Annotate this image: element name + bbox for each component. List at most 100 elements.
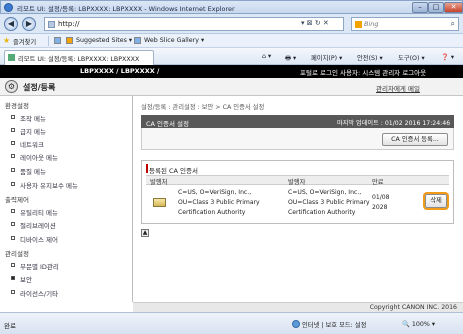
sidebar-item-layout[interactable]: 레이아웃 메뉴 (11, 152, 58, 162)
maximize-button[interactable]: □ (428, 2, 444, 13)
sidebar-item-user-maintenance[interactable]: 사용자 유지보수 메뉴 (11, 180, 78, 190)
window-title-bar: 리모트 UI: 설정/등록: LBPXXXX: LBPXXXX - Window… (0, 0, 463, 14)
bullet-icon (11, 141, 15, 145)
sidebar-heading-output: 출력제어 (5, 196, 29, 204)
page-title: 설정/등록 (23, 83, 56, 92)
favorite-suggested-sites[interactable]: Suggested Sites ▾ (76, 37, 132, 44)
table-row: C=US, O=VeriSign, Inc., OU=Class 3 Publi… (146, 186, 449, 220)
issuer-line: C=US, O=VeriSign, Inc., (288, 189, 362, 196)
expiry-year: 2028 (372, 204, 388, 211)
status-bar: 완료 인터넷 | 보호 모드: 설정 🔍 100% ▾ (0, 312, 463, 334)
sidebar-item-operation[interactable]: 조작 메뉴 (11, 113, 46, 123)
suggested-sites-icon (66, 37, 73, 44)
sidebar-item-security[interactable]: 보안 (11, 274, 32, 284)
ie-icon (4, 3, 13, 12)
status-text: 완료 (4, 322, 16, 330)
device-header: LBPXXXX / LBPXXXX / 포털로 로그인 사용자: 시스템 관리자… (0, 65, 463, 78)
print-icon[interactable]: 🖶 ▾ (285, 53, 296, 64)
search-input[interactable]: Bing ⌕ (351, 17, 459, 31)
column-issuer: 발행자 (288, 179, 306, 186)
home-icon[interactable]: ⌂ ▾ (262, 53, 271, 60)
certificate-list-title: 등록된 CA 인증서 (149, 167, 198, 175)
address-row: ◀ ▶ http:// ▾ ⊠ ↻ ✕ Bing ⌕ (0, 14, 463, 34)
bullet-icon (11, 209, 15, 213)
back-button[interactable]: ◀ (4, 17, 18, 31)
window-title: 리모트 UI: 설정/등록: LBPXXXX: LBPXXXX - Window… (17, 5, 235, 13)
favorites-label[interactable]: 즐겨찾기 (13, 37, 36, 46)
issued-to-line[interactable]: OU=Class 3 Public Primary (178, 198, 260, 208)
search-icon[interactable]: ⌕ (451, 19, 455, 29)
issued-to-line[interactable]: C=US, O=VeriSign, Inc., (178, 188, 251, 198)
command-safety[interactable]: 안전(S) ▾ (357, 53, 383, 62)
favorites-bar: ★ 즐겨찾기 Suggested Sites ▾ Web Slice Galle… (0, 34, 463, 48)
sidebar-item-utility[interactable]: 유틸리티 메뉴 (11, 207, 58, 217)
title-marker (146, 164, 148, 173)
copyright-text: Copyright CANON INC. 2016 (369, 304, 457, 311)
bullet-icon (11, 115, 15, 119)
copyright-bar: Copyright CANON INC. 2016 (133, 302, 463, 312)
certificate-icon (153, 198, 166, 207)
sidebar-item-feeder[interactable]: 급지 메뉴 (11, 126, 46, 136)
column-issued-to: 발행처 (150, 179, 168, 186)
sidebar-item-calibration[interactable]: 절리브레이션 (11, 220, 56, 230)
sidebar-item-device-control[interactable]: 디바이스 제어 (11, 234, 58, 244)
bullet-icon (11, 276, 15, 280)
bing-icon (355, 21, 362, 28)
globe-icon (292, 320, 300, 328)
search-placeholder: Bing (364, 20, 379, 28)
minimize-button[interactable]: – (412, 2, 428, 13)
column-expiry: 만료 (372, 179, 384, 186)
sidebar-item-license[interactable]: 라이선스/기타 (11, 288, 58, 298)
page-icon (48, 21, 55, 28)
add-favorite-icon[interactable] (54, 37, 61, 44)
bullet-icon (11, 263, 15, 267)
issued-to-line[interactable]: Certification Authority (178, 208, 245, 218)
bullet-icon (11, 236, 15, 240)
security-zone[interactable]: 인터넷 | 보호 모드: 설정 (302, 320, 366, 329)
bullet-icon (11, 128, 15, 132)
command-page[interactable]: 페이지(P) ▾ (311, 53, 342, 62)
tab-label: 리모트 UI: 설정/등록: LBPXXXX: LBPXXXX (18, 56, 140, 63)
sidebar-heading-management: 관리설정 (5, 250, 29, 258)
delete-button[interactable]: 삭제 (425, 194, 447, 208)
sidebar-heading-settings: 환경설정 (5, 102, 29, 110)
last-update: 마지막 업데이트 : 01/02 2016 17:24:46 (337, 120, 451, 127)
browser-tab[interactable]: 리모트 UI: 설정/등록: LBPXXXX: LBPXXXX (4, 50, 154, 65)
forward-button[interactable]: ▶ (22, 17, 36, 31)
panel-header: CA 인증서 설정 마지막 업데이트 : 01/02 2016 17:24:46 (141, 115, 454, 128)
register-ca-certificate-button[interactable]: CA 인증서 등록... (382, 133, 448, 146)
address-url: http:// (58, 20, 80, 28)
address-buttons[interactable]: ▾ ⊠ ↻ ✕ (301, 19, 329, 27)
bullet-icon (11, 182, 15, 186)
table-header: 발행처 발행자 만료 (146, 175, 449, 186)
bullet-icon (11, 154, 15, 158)
sidebar: 환경설정 조작 메뉴 급지 메뉴 네트워크 레이아웃 메뉴 품질 메뉴 사용자 … (0, 96, 133, 302)
breadcrumb: 설정/등록 : 관리설정 : 보안 > CA 인증서 설정 (141, 104, 265, 111)
zoom-level[interactable]: 🔍 100% ▾ (402, 320, 435, 328)
sidebar-item-quality[interactable]: 품질 메뉴 (11, 166, 46, 176)
device-model: LBPXXXX / LBPXXXX / (80, 67, 160, 75)
bullet-icon (11, 168, 15, 172)
favorite-web-slice-gallery[interactable]: Web Slice Gallery ▾ (144, 37, 204, 44)
settings-gear-icon: ⚙ (5, 80, 18, 93)
sub-header: ⚙ 설정/등록 관리자에게 메일 (0, 78, 463, 96)
login-info[interactable]: 포털로 로그인 사용자: 시스템 관리자 로그아웃 (300, 67, 426, 77)
expiry-date: 01/08 (372, 194, 390, 201)
command-help[interactable]: ❓ ▾ (441, 53, 454, 61)
issuer-line: Certification Authority (288, 209, 356, 216)
close-button[interactable]: ✕ (444, 2, 463, 13)
command-tools[interactable]: 도구(O) ▾ (398, 53, 425, 62)
sidebar-item-department-id[interactable]: 부문별 ID관리 (11, 261, 59, 271)
issuer-line: OU=Class 3 Public Primary (288, 199, 370, 206)
page-top-icon[interactable]: ▲ (141, 229, 149, 237)
divider (48, 36, 49, 46)
sidebar-item-network[interactable]: 네트워크 (11, 139, 44, 149)
bullet-icon (11, 222, 15, 226)
panel-title: CA 인증서 설정 (146, 120, 190, 128)
mail-to-admin-link[interactable]: 관리자에게 메일 (376, 83, 420, 93)
web-slice-icon (134, 37, 141, 44)
address-bar[interactable]: http:// ▾ ⊠ ↻ ✕ (44, 17, 344, 31)
tab-bar: 리모트 UI: 설정/등록: LBPXXXX: LBPXXXX ⌂ ▾ 🖶 ▾ … (0, 48, 463, 65)
bullet-icon (11, 290, 15, 294)
favorites-star-icon[interactable]: ★ (3, 36, 10, 45)
